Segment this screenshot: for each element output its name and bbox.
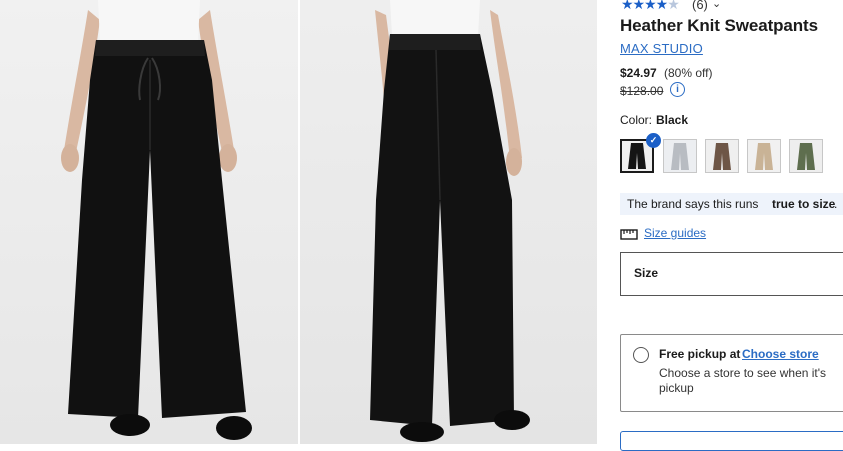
size-label: Size [634, 266, 659, 280]
rating-stars[interactable]: ★★★★★ [621, 0, 680, 13]
info-icon[interactable]: i [670, 82, 685, 97]
chevron-down-icon[interactable]: ⌄ [712, 0, 721, 10]
front-view-illustration [61, 0, 252, 440]
selected-color: Black [656, 113, 689, 127]
size-guides-link[interactable]: Size guides [644, 226, 706, 240]
swatch-beige[interactable] [747, 139, 781, 173]
pickup-option[interactable]: Free pickup at Choose store Choose a sto… [620, 334, 843, 412]
selected-check-icon: ✓ [646, 133, 661, 148]
swatch-brown[interactable] [705, 139, 739, 173]
pickup-title: Free pickup at [659, 347, 741, 361]
fit-text: The brand says this runs [627, 197, 759, 211]
shipping-option[interactable] [620, 431, 843, 451]
brand-link[interactable]: MAX STUDIO [620, 41, 703, 56]
size-selector[interactable]: Size [620, 252, 843, 296]
ruler-icon[interactable] [620, 228, 638, 241]
pickup-radio[interactable] [633, 347, 649, 363]
fit-emphasis: true to size [772, 197, 836, 211]
pickup-description-cont: pickup [659, 381, 694, 395]
product-image-front[interactable] [0, 0, 298, 444]
swatch-olive-image [790, 140, 822, 172]
choose-store-link[interactable]: Choose store [742, 347, 819, 361]
swatch-brown-image [706, 140, 738, 172]
half-star-icon: ★ [667, 0, 680, 12]
color-label: Color: [620, 113, 653, 127]
fit-suffix: . [834, 197, 838, 211]
product-title: Heather Knit Sweatpants [620, 16, 818, 35]
review-count[interactable]: (6) [692, 0, 708, 12]
star-icon: ★★★★ [621, 0, 668, 12]
product-details-panel: ★★★★★ (6) ⌄ Heather Knit Sweatpants MAX … [613, 0, 843, 451]
pickup-description: Choose a store to see when it's [659, 366, 827, 380]
swatch-heather-grey[interactable] [663, 139, 697, 173]
back-view-illustration [370, 0, 530, 442]
discount-label: (80% off) [664, 66, 713, 80]
swatch-grey-image [664, 140, 696, 172]
swatch-beige-image [748, 140, 780, 172]
original-price: $128.00 [620, 84, 664, 98]
fit-message: The brand says this runs true to size . [620, 193, 843, 215]
swatch-olive[interactable] [789, 139, 823, 173]
current-price: $24.97 [620, 66, 657, 80]
product-image-back[interactable] [300, 0, 597, 444]
